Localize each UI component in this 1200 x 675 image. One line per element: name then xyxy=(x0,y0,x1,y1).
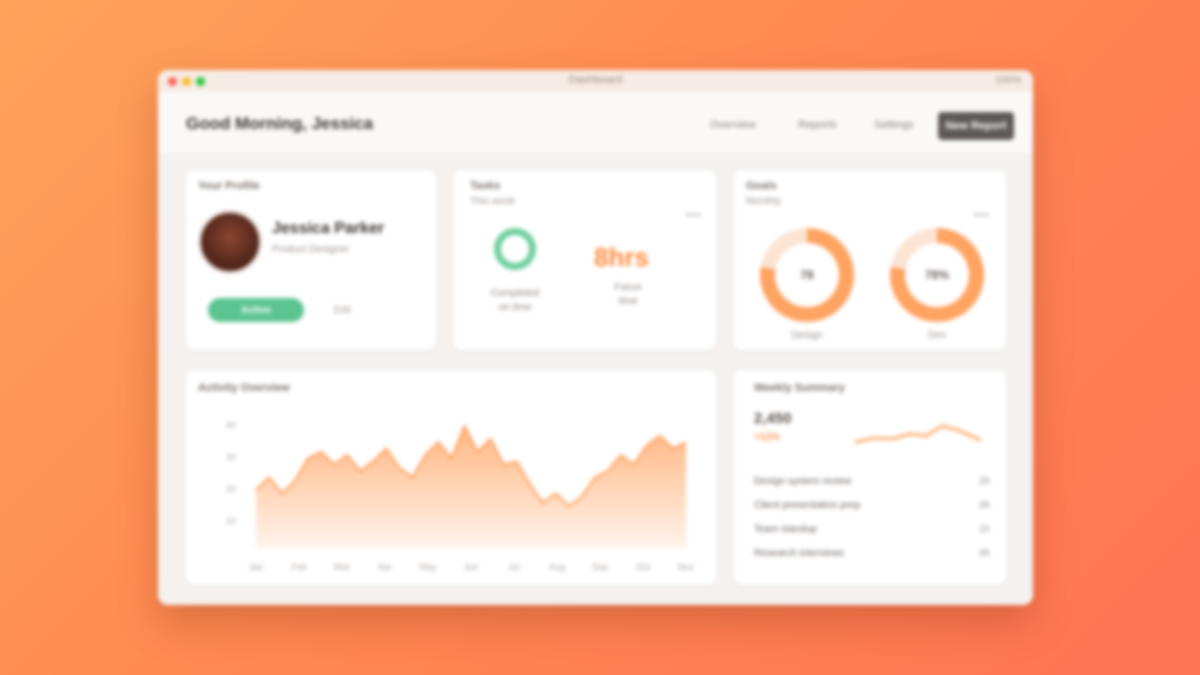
activity-chart-card: Activity Overview 40 30 20 10 Jan Feb Mar Apr Ma… xyxy=(186,370,716,585)
profile-name: Jessica Parker xyxy=(272,220,385,237)
goals-card-title: Goals xyxy=(746,180,777,192)
list-item[interactable]: Design system review 2h xyxy=(754,476,990,492)
list-item-text: Research interviews xyxy=(754,548,845,559)
tasks-card-subtitle: This week xyxy=(470,196,516,207)
y-tick-label: 40 xyxy=(226,420,236,430)
focus-caption: Focus xyxy=(614,282,642,293)
x-tick-label: Mar xyxy=(334,562,350,572)
weekly-summary-title: Weekly Summary xyxy=(754,382,845,394)
profile-role: Product Designer xyxy=(272,244,350,255)
nav-link-settings[interactable]: Settings xyxy=(874,119,914,131)
summary-sparkline xyxy=(854,424,982,444)
summary-delta: +12% xyxy=(754,432,780,443)
window-titlebar: Dashboard 100% xyxy=(158,70,1033,92)
goals-card: Goals Monthly ••• 78 Design 78% Dev xyxy=(734,170,1006,350)
completed-caption-sub: on time xyxy=(498,302,532,313)
completion-ring xyxy=(494,228,536,270)
app-window: Dashboard 100% Good Morning, Jessica Ove… xyxy=(158,70,1033,605)
focus-time-value: 8hrs xyxy=(594,242,649,272)
more-options-icon[interactable]: ••• xyxy=(686,208,702,222)
profile-card: Your Profile Jessica Parker Product Desi… xyxy=(186,170,436,350)
goals-card-subtitle: Monthly xyxy=(746,196,782,207)
tasks-card: Tasks This week ••• Completed on time 8h… xyxy=(454,170,716,350)
list-item-text: Team standup xyxy=(754,524,817,535)
list-item[interactable]: Client presentation prep 3h xyxy=(754,500,990,516)
new-report-button[interactable]: New Report xyxy=(938,112,1014,140)
more-options-icon[interactable]: ••• xyxy=(974,208,990,222)
titlebar-zoom-text: 100% xyxy=(995,75,1021,86)
x-tick-label: Feb xyxy=(291,562,307,572)
donut-caption-design: Design xyxy=(791,330,823,341)
window-title: Dashboard xyxy=(568,74,623,86)
series-area xyxy=(256,426,686,548)
nav-link-overview[interactable]: Overview xyxy=(710,119,756,131)
avatar[interactable] xyxy=(198,210,262,274)
list-item-text: Design system review xyxy=(754,476,852,487)
background: Dashboard 100% Good Morning, Jessica Ove… xyxy=(0,0,1200,675)
activity-area-chart: 40 30 20 10 Jan Feb Mar Apr May Jun Jul Aug Sep Oct No… xyxy=(226,420,695,572)
summary-metric: 2,450 xyxy=(754,410,792,427)
x-tick-label: May xyxy=(419,562,437,572)
donut-caption-dev: Dev xyxy=(928,330,946,341)
list-item-value: 1h xyxy=(978,524,990,535)
list-item[interactable]: Research interviews 4h xyxy=(754,548,990,564)
x-tick-label: Apr xyxy=(378,562,392,572)
x-tick-label: Jun xyxy=(464,562,479,572)
x-tick-label: Jul xyxy=(508,562,520,572)
y-tick-label: 20 xyxy=(226,484,236,494)
app-header: Good Morning, Jessica Overview Reports S… xyxy=(158,92,1033,155)
donut-label-dev: 78% xyxy=(924,268,950,282)
tasks-card-title: Tasks xyxy=(470,180,501,192)
page-title: Good Morning, Jessica xyxy=(186,114,374,133)
status-badge: Active xyxy=(208,298,304,322)
x-tick-label: Jan xyxy=(249,562,264,572)
y-tick-label: 10 xyxy=(226,516,236,526)
profile-card-title: Your Profile xyxy=(198,180,260,192)
x-tick-label: Oct xyxy=(636,562,651,572)
list-item-text: Client presentation prep xyxy=(754,500,861,511)
donut-label-design: 78 xyxy=(800,268,814,282)
focus-caption-sub: time xyxy=(618,296,638,307)
list-item-value: 3h xyxy=(978,500,990,511)
list-item[interactable]: Team standup 1h xyxy=(754,524,990,540)
x-tick-label: Sep xyxy=(592,562,608,572)
x-tick-label: Nov xyxy=(678,562,695,572)
weekly-summary-card: Weekly Summary 2,450 +12% Design system … xyxy=(734,370,1006,585)
list-item-value: 4h xyxy=(978,548,990,559)
list-item-value: 2h xyxy=(978,476,990,487)
completed-caption: Completed xyxy=(490,288,540,299)
nav-link-reports[interactable]: Reports xyxy=(798,119,837,131)
x-tick-label: Aug xyxy=(549,562,565,572)
y-tick-label: 30 xyxy=(226,452,236,462)
edit-profile-link[interactable]: Edit xyxy=(334,305,351,316)
